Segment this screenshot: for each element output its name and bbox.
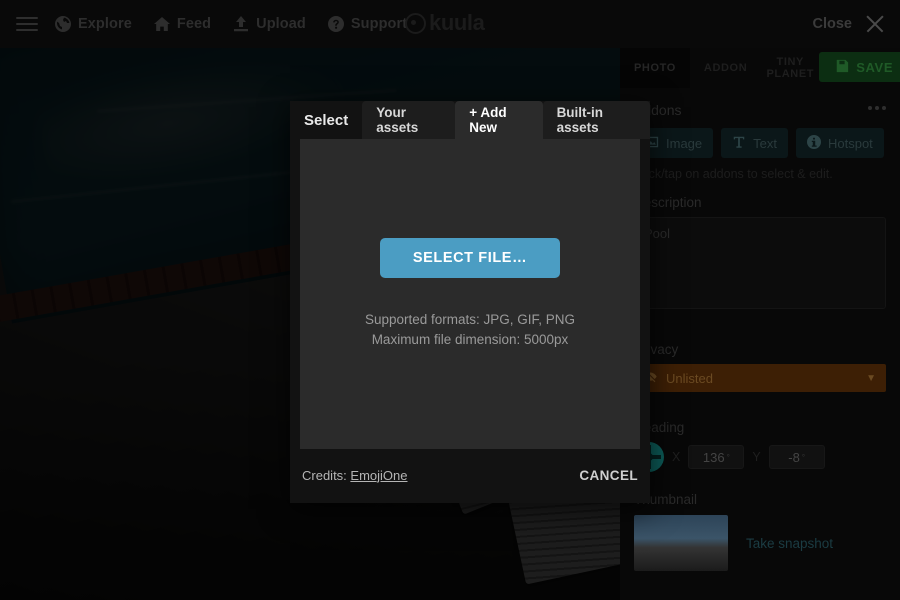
close-label: Close xyxy=(812,16,853,32)
description-input[interactable] xyxy=(634,217,886,309)
cancel-button[interactable]: CANCEL xyxy=(579,468,638,483)
heading-y-label: Y xyxy=(752,450,761,464)
modal-tab-built-in-assets[interactable]: Built-in assets xyxy=(542,101,651,139)
thumbnail-label: Thumbnail xyxy=(634,492,698,507)
info-circle-icon xyxy=(806,134,821,152)
heading-label: Heading xyxy=(634,420,685,435)
privacy-value: Unlisted xyxy=(666,370,713,386)
text-icon xyxy=(732,135,746,152)
add-hotspot-button[interactable]: Hotspot xyxy=(795,128,884,158)
formats-line-2: Maximum file dimension: 5000px xyxy=(371,332,569,347)
nav-label: Feed xyxy=(176,16,212,32)
nav-item-explore[interactable]: Explore xyxy=(44,9,143,39)
kuula-logo[interactable]: kuula xyxy=(405,10,485,36)
privacy-label: Privacy xyxy=(634,342,679,357)
thumbnail-preview[interactable] xyxy=(634,515,728,571)
nav-label: Explore xyxy=(78,16,132,32)
nav-left-group: Explore Feed Upload Support xyxy=(0,9,418,39)
modal-content-area: SELECT FILE… Supported formats: JPG, GIF… xyxy=(300,139,640,449)
nav-item-upload[interactable]: Upload xyxy=(222,9,317,39)
ellipsis-icon[interactable] xyxy=(868,106,886,110)
globe-icon xyxy=(55,16,71,32)
credits-text: Credits: EmojiOne xyxy=(302,468,407,483)
privacy-select[interactable]: Unlisted ▼ xyxy=(634,364,886,392)
nav-label: Upload xyxy=(256,16,306,32)
tab-photo[interactable]: PHOTO xyxy=(620,48,690,88)
take-snapshot-button[interactable]: Take snapshot xyxy=(746,536,833,551)
home-icon xyxy=(153,16,170,32)
credits-prefix: Credits: xyxy=(302,467,351,483)
upload-icon xyxy=(233,16,249,32)
save-button[interactable]: SAVE xyxy=(819,52,900,82)
formats-line-1: Supported formats: JPG, GIF, PNG xyxy=(364,312,576,328)
addon-label: Image xyxy=(666,135,703,151)
top-navigation-bar: Explore Feed Upload Support kuula Close xyxy=(0,0,900,48)
editor-tab-bar: PHOTO ADDON TINY PLANET SAVE xyxy=(620,48,900,88)
select-file-button[interactable]: SELECT FILE… xyxy=(380,238,560,279)
brand-label: kuula xyxy=(429,10,485,35)
question-circle-icon xyxy=(327,16,344,32)
modal-footer: Credits: EmojiOne CANCEL xyxy=(290,449,650,501)
kuula-mark-icon xyxy=(405,12,426,34)
heading-y-input[interactable]: -8 ° xyxy=(768,445,825,469)
add-text-button[interactable]: Text xyxy=(721,128,788,158)
heading-controls: X 136 ° Y -8 ° xyxy=(634,442,886,472)
editor-panel-body: Addons Image Text Hotspot Click/tap on a… xyxy=(620,88,900,571)
addon-buttons: Image Text Hotspot xyxy=(634,128,886,158)
heading-x-label: X xyxy=(672,450,681,464)
close-editor-button[interactable]: Close xyxy=(813,0,887,48)
modal-title: Select xyxy=(304,111,349,129)
tab-addon[interactable]: ADDON xyxy=(690,48,761,88)
thumbnail-controls: Take snapshot xyxy=(634,515,886,571)
addons-hint: Click/tap on addons to select & edit. xyxy=(634,167,833,181)
heading-x-input[interactable]: 136 ° xyxy=(688,445,745,469)
kuula-editor-app: PHOTO ADDON TINY PLANET SAVE Addons Imag… xyxy=(0,0,900,600)
editor-side-panel: PHOTO ADDON TINY PLANET SAVE Addons Imag… xyxy=(620,48,900,600)
tab-tiny-planet[interactable]: TINY PLANET xyxy=(761,48,819,88)
modal-tab-your-assets[interactable]: Your assets xyxy=(362,101,456,139)
addons-section-title: Addons xyxy=(634,102,886,118)
hamburger-icon[interactable] xyxy=(10,9,44,39)
select-asset-modal: Select Your assets + Add New Built-in as… xyxy=(290,101,651,503)
nav-item-support[interactable]: Support xyxy=(317,9,418,39)
chevron-down-icon: ▼ xyxy=(866,372,876,384)
close-x-icon[interactable] xyxy=(864,13,886,35)
modal-header: Select Your assets + Add New Built-in as… xyxy=(290,101,651,139)
save-label: SAVE xyxy=(856,59,894,75)
floppy-disk-icon xyxy=(835,59,849,76)
modal-tab-add-new[interactable]: + Add New xyxy=(455,101,543,139)
nav-item-feed[interactable]: Feed xyxy=(143,9,222,39)
addon-label: Text xyxy=(753,135,777,151)
nav-label: Support xyxy=(350,16,408,32)
description-label: Description xyxy=(634,195,702,210)
credits-link[interactable]: EmojiOne xyxy=(350,468,407,483)
supported-formats-text: Supported formats: JPG, GIF, PNG Maximum… xyxy=(365,310,575,349)
addon-label: Hotspot xyxy=(827,135,873,151)
